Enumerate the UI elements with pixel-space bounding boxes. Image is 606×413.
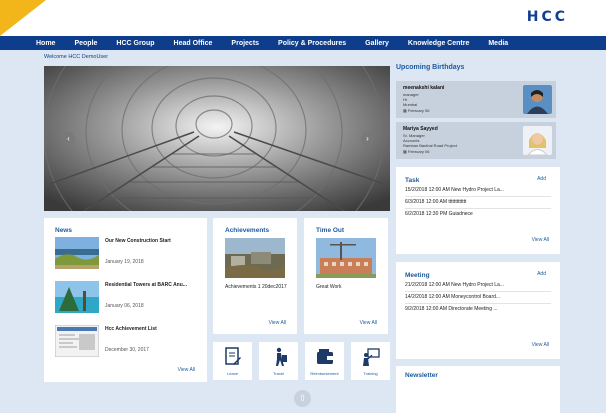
travel-icon [276,347,287,366]
birthday-date: ▦ February 06 [403,149,429,154]
meeting-panel: Meeting Add 21/2/2018 12:00 AM New Hydro… [396,262,560,359]
task-row[interactable]: 6/3/2018 12:00 AM ttttttttttttt [405,199,551,205]
quick-link-label: Reimbursement [310,371,339,376]
news-item-title: Hcc Achievement List [105,326,157,332]
meeting-row[interactable]: 14/2/2018 12:00 AM Moneycontrol Board... [405,294,551,300]
welcome-message: Welcome HCC DemoUser [44,54,109,60]
tunnel-image [44,66,390,211]
birthday-item[interactable]: meenakshi kalani manager Hr Mumbai ▦ Feb… [396,81,556,118]
news-item-title: Our New Construction Start [105,238,171,244]
task-row[interactable]: 15/2/2018 12:00 AM New Hydro Project La.… [405,187,551,193]
achievements-title: Achievements [225,227,270,234]
task-add-link[interactable]: Add [537,176,546,182]
carousel-prev-icon[interactable]: ‹ [62,132,75,145]
nav-gallery[interactable]: Gallery [365,40,389,47]
nav-home[interactable]: Home [36,40,55,47]
quick-link-reimbursement[interactable]: Reimbursement [305,342,344,380]
birthday-date-text: February 06 [407,108,430,113]
quick-link-label: Training [363,371,378,376]
quick-link-label: Travel [273,371,284,376]
news-thumbnail [55,237,99,269]
newsletter-title: Newsletter [405,372,438,379]
quick-link-travel[interactable]: Travel [259,342,298,380]
quick-link-label: Leave [227,371,238,376]
news-item[interactable]: Residential Towers at BARC Anu... Januar… [55,281,205,313]
carousel-next-icon[interactable]: › [361,132,374,145]
meeting-row[interactable]: 9/2/2018 12:00 AM Directorate Meeting ..… [405,306,551,312]
birthday-name: Mariya Sayyed [403,126,438,132]
nav-knowledge-centre[interactable]: Knowledge Centre [408,40,469,47]
timeout-caption: Great Work [316,284,342,290]
nav-head-office[interactable]: Head Office [174,40,213,47]
achievements-image [225,238,285,278]
brand-corner-stripe [0,0,46,36]
news-card: News Our New Construction Start January … [44,218,207,382]
top-header: HCC [0,0,606,36]
meeting-view-all-link[interactable]: View All [532,342,549,348]
divider [405,303,551,304]
birthday-location: Ramban Banihal Road Project [403,143,457,148]
nav-projects[interactable]: Projects [231,40,259,47]
birthday-item[interactable]: Mariya Sayyed Sr. Manager Accounts Ramba… [396,122,556,159]
hero-carousel[interactable]: ‹ › [44,66,390,211]
birthday-date: ▦ February 06 [403,108,429,113]
newsletter-panel: Newsletter [396,366,560,413]
news-item-date: January 06, 2018 [105,303,144,309]
nav-policy-procedures[interactable]: Policy & Procedures [278,40,346,47]
task-row[interactable]: 6/2/2018 12:30 PM Guiadnece [405,211,551,217]
quick-link-training[interactable]: Training [351,342,390,380]
timeout-image [316,238,376,278]
timeout-title: Time Out [316,227,345,234]
quick-link-leave[interactable]: Leave [213,342,252,380]
wallet-icon [317,349,333,364]
birthday-location: Mumbai [403,102,418,107]
news-item[interactable]: Our New Construction Start January 19, 2… [55,237,205,269]
birthday-name: meenakshi kalani [403,85,445,91]
main-nav: Home People HCC Group Head Office Projec… [0,36,606,50]
task-panel: Task Add 15/2/2018 12:00 AM New Hydro Pr… [396,167,560,254]
achievements-caption: Achievements 1 20dec2017 [225,284,287,290]
meeting-title: Meeting [405,272,430,279]
news-thumbnail [55,325,99,357]
news-title: News [55,227,72,234]
meeting-add-link[interactable]: Add [537,271,546,277]
birthdays-title: Upcoming Birthdays [396,64,465,71]
news-item-date: January 19, 2018 [105,259,144,265]
training-icon [363,348,380,366]
task-view-all-link[interactable]: View All [532,237,549,243]
achievements-view-all-link[interactable]: View All [269,320,286,326]
divider [405,291,551,292]
birthday-date-text: February 06 [407,149,430,154]
news-view-all-link[interactable]: View All [178,367,195,373]
divider [405,196,551,197]
nav-hcc-group[interactable]: HCC Group [116,40,154,47]
task-title: Task [405,177,420,184]
news-item-date: December 30, 2017 [105,347,149,353]
news-item[interactable]: Hcc Achievement List December 30, 2017 [55,325,205,357]
scroll-up-icon[interactable]: ⇧ [294,390,311,407]
timeout-card: Time Out Great Work View All [304,218,388,334]
news-item-title: Residential Towers at BARC Anu... [105,282,187,288]
news-thumbnail [55,281,99,313]
hcc-logo[interactable]: HCC [527,9,568,25]
avatar [523,126,552,155]
divider [405,208,551,209]
nav-media[interactable]: Media [488,40,508,47]
avatar [523,85,552,114]
timeout-view-all-link[interactable]: View All [360,320,377,326]
nav-people[interactable]: People [74,40,97,47]
achievements-card: Achievements Achievements 1 20dec2017 Vi… [213,218,297,334]
meeting-row[interactable]: 21/2/2018 12:00 AM New Hydro Project La.… [405,282,551,288]
leave-icon [225,347,241,365]
